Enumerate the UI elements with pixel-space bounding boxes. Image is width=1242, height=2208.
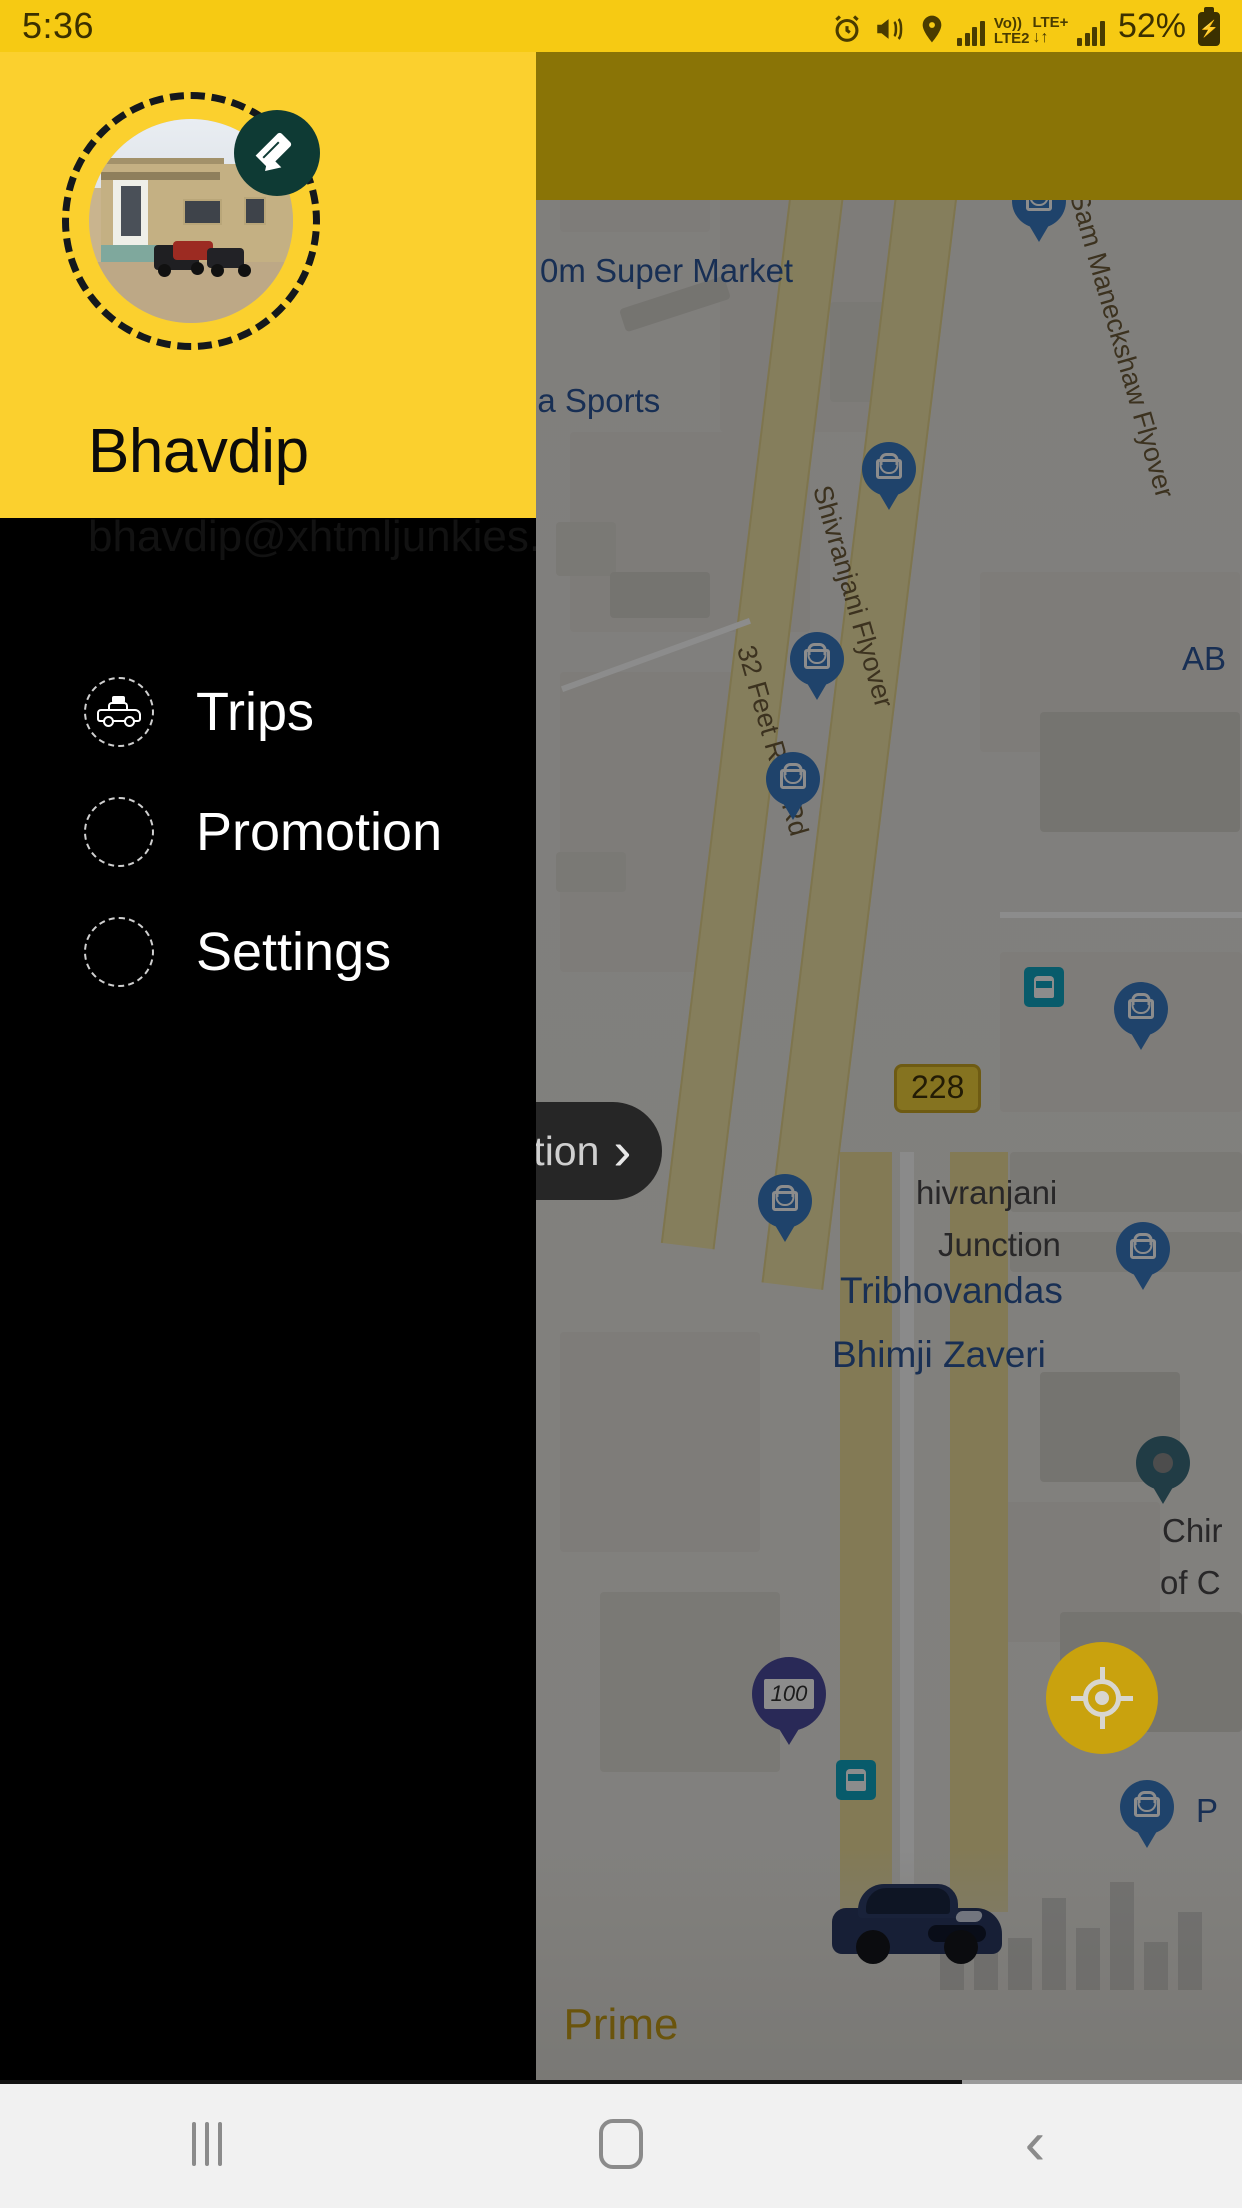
gear-icon <box>84 917 154 987</box>
lte2-label: LTE2 <box>993 29 1030 47</box>
my-location-button[interactable] <box>1046 1642 1158 1754</box>
avatar[interactable] <box>62 92 320 350</box>
recents-icon <box>192 2122 222 2166</box>
status-icons: Vo)) LTE2 LTE+ ↓↑ 52% <box>830 7 1220 46</box>
volte-label: Vo)) <box>993 14 1022 32</box>
back-button[interactable]: ‹ <box>828 2080 1242 2208</box>
home-button[interactable] <box>414 2080 828 2208</box>
network-type-indicator: Vo)) LTE2 LTE+ ↓↑ <box>994 15 1069 46</box>
app-screen: FM Sam Maneckshaw Flyover Shivranjani Fl… <box>0 0 1242 2208</box>
status-bar: 5:36 Vo)) LTE2 LTE+ ↓↑ 52% ⚡ <box>0 0 1242 52</box>
recents-button[interactable] <box>0 2080 414 2208</box>
pencil-icon <box>253 129 301 178</box>
chevron-right-icon: › <box>613 1121 632 1181</box>
drawer-menu: Trips Promotion Settings <box>0 652 536 1012</box>
signal-bars-icon <box>957 20 985 46</box>
signal-bars-2-icon <box>1077 20 1105 46</box>
location-icon <box>923 15 942 42</box>
status-time: 5:36 <box>22 5 95 46</box>
edit-profile-button[interactable] <box>234 110 320 196</box>
drawer-header: Bhavdip bhavdip@xhtmljunkies.c <box>0 52 536 561</box>
vibrate-icon <box>877 17 903 40</box>
battery-charging-icon <box>1198 11 1220 46</box>
user-name: Bhavdip <box>88 417 309 486</box>
crosshair-icon <box>1071 1667 1133 1729</box>
navigation-drawer: Bhavdip bhavdip@xhtmljunkies.c Trips Pro… <box>0 52 536 2080</box>
lte-plus-label: LTE+ <box>1032 13 1069 31</box>
alarm-icon <box>835 14 860 42</box>
user-email: bhavdip@xhtmljunkies.c <box>88 512 536 561</box>
sidebar-item-label: Settings <box>196 922 392 982</box>
taxi-icon <box>84 677 154 747</box>
nav-top-divider <box>0 2080 1242 2084</box>
sidebar-item-label: Trips <box>196 682 314 742</box>
sidebar-item-settings[interactable]: Settings <box>0 892 536 1012</box>
sidebar-item-promotion[interactable]: Promotion <box>0 772 536 892</box>
battery-percent: 52% <box>1117 6 1186 45</box>
sidebar-item-trips[interactable]: Trips <box>0 652 536 772</box>
home-icon <box>599 2119 643 2169</box>
android-nav-bar: ‹ <box>0 2080 1242 2208</box>
back-icon: ‹ <box>1024 2109 1046 2178</box>
sidebar-item-label: Promotion <box>196 802 443 862</box>
promotion-badge-icon <box>84 797 154 867</box>
data-arrows-icon: ↓↑ <box>1032 28 1049 46</box>
